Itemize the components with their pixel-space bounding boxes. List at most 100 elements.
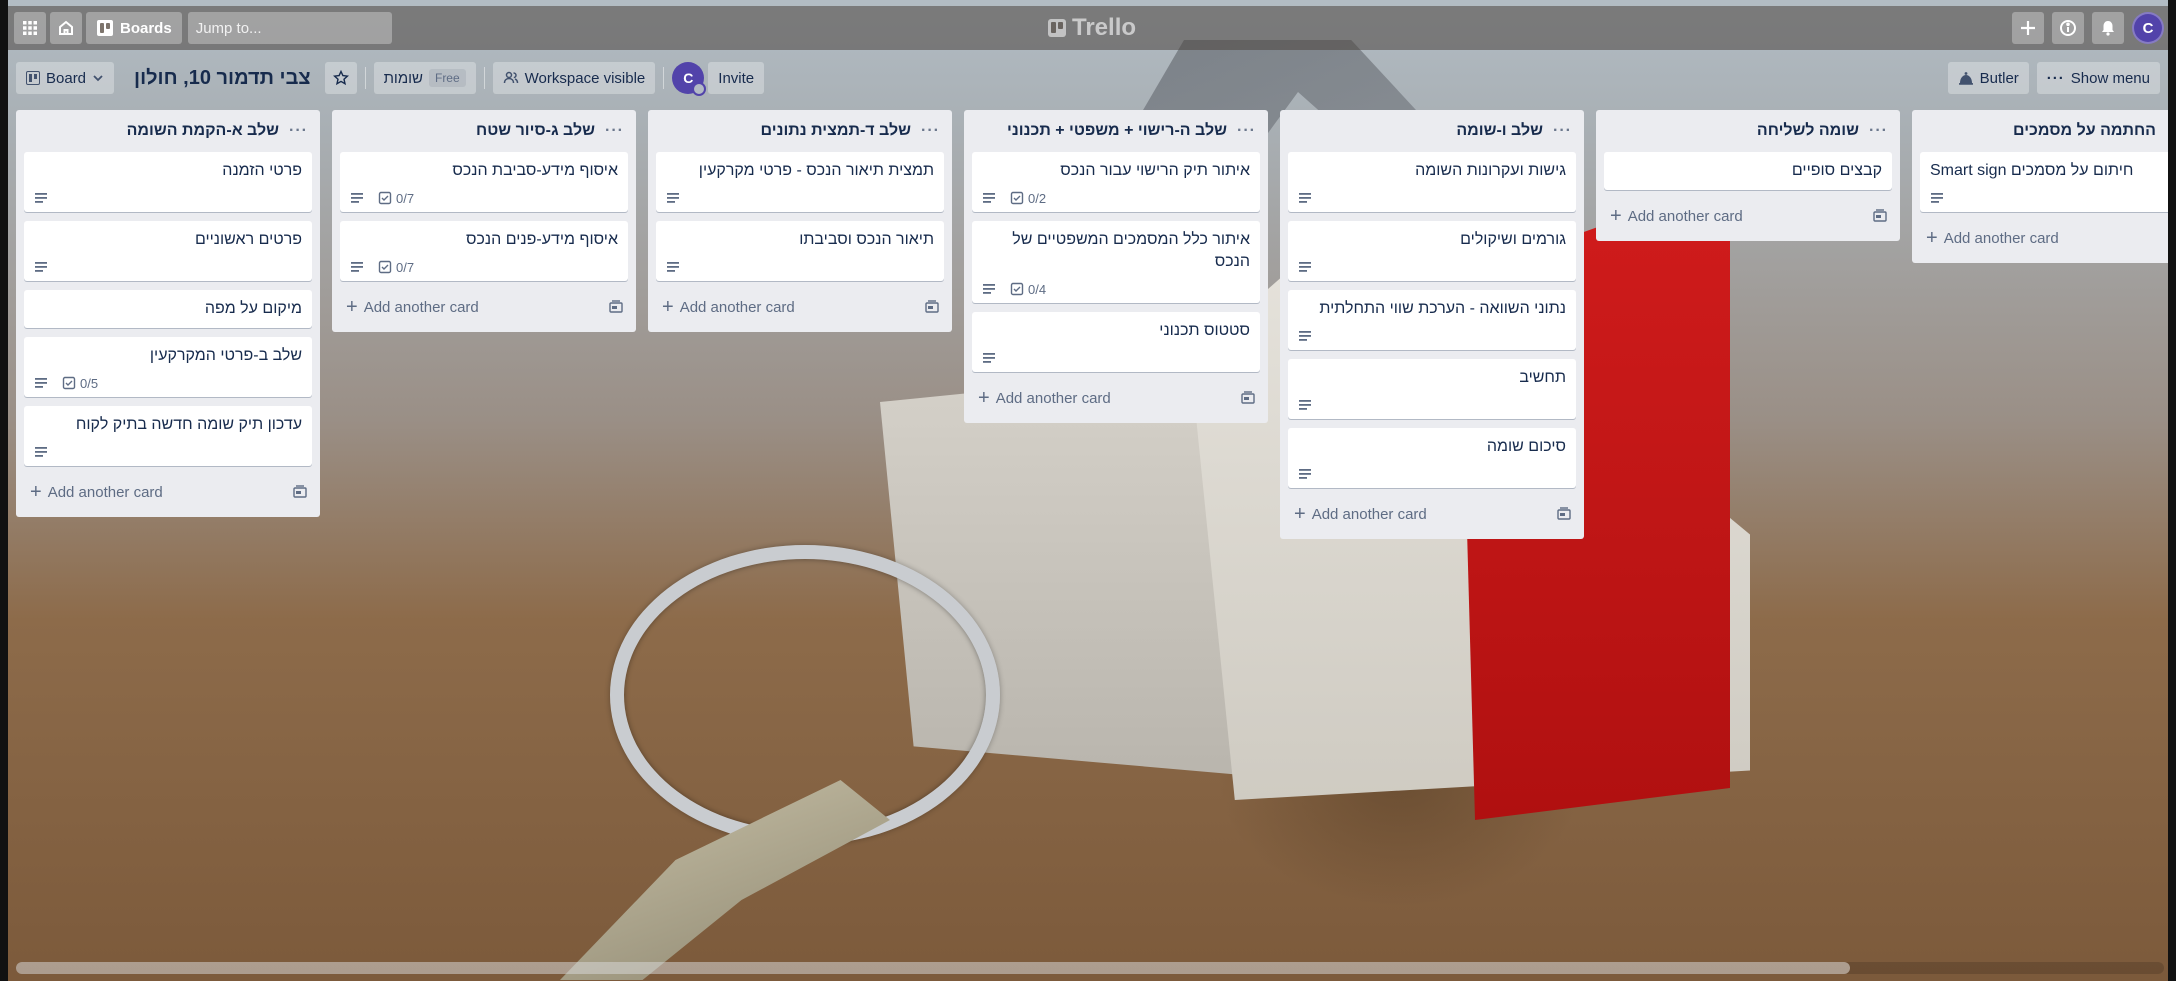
list-header[interactable]: שלב ד-תמצית נתונים ··· [656, 110, 944, 152]
search-box[interactable] [187, 12, 395, 44]
card-title: מיקום על מפה [204, 300, 302, 317]
people-icon [503, 71, 518, 84]
list-header[interactable]: שומה לשליחה ··· [1604, 110, 1892, 152]
list-title[interactable]: שלב ו-שומה [1456, 122, 1543, 140]
checklist-count: 0/5 [80, 375, 99, 391]
description-icon [1930, 191, 1944, 205]
card[interactable]: עדכון תיק שומה חדשה בתיק לקוח [24, 406, 312, 466]
checklist-count: 0/2 [1028, 190, 1047, 206]
description-icon [1298, 191, 1312, 205]
card[interactable]: קבצים סופיים [1604, 152, 1892, 190]
description-icon [982, 282, 996, 296]
trello-logo[interactable]: Trello [1048, 14, 1136, 42]
add-card-button[interactable]: + Add another card [340, 288, 628, 326]
board-scrollbar[interactable] [16, 962, 2164, 974]
card[interactable]: איתור תיק הרישוי עבור הנכס 0/2 [972, 152, 1260, 212]
card-title: תחשיב [1519, 369, 1566, 386]
description-icon [1298, 260, 1312, 274]
card[interactable]: תחשיב [1288, 359, 1576, 419]
card-title: תמצית תיאור הנכס - פרטי מקרקעין [698, 162, 934, 179]
card-title: נתוני השוואה - הערכת שווי התחלתית [1319, 300, 1566, 317]
card[interactable]: תיאור הנכס וסביבתו [656, 221, 944, 281]
description-icon [350, 191, 364, 205]
app-switcher-button[interactable] [14, 12, 46, 44]
boards-label: Boards [120, 19, 172, 37]
list-header[interactable]: שלב ה-רישוי + משפטי + תכנוני ··· [972, 110, 1260, 152]
card[interactable]: פרטי הזמנה [24, 152, 312, 212]
user-avatar[interactable]: C [2132, 12, 2164, 44]
notifications-button[interactable] [2092, 12, 2124, 44]
create-button[interactable] [2012, 12, 2044, 44]
list-menu-icon[interactable]: ··· [921, 122, 940, 140]
card-title: גישות ועקרונות השומה [1415, 162, 1566, 179]
list-menu-icon[interactable]: ··· [1869, 122, 1888, 140]
list-title[interactable]: שומה לשליחה [1757, 122, 1859, 140]
card[interactable]: גישות ועקרונות השומה [1288, 152, 1576, 212]
card[interactable]: איסוף מידע-פנים הנכס 0/7 [340, 221, 628, 281]
add-card-button[interactable]: + Add another card [1604, 197, 1892, 235]
scrollbar-thumb[interactable] [16, 962, 1850, 974]
list-title[interactable]: שלב ה-רישוי + משפטי + תכנוני [1007, 122, 1227, 140]
checklist-count: 0/4 [1028, 281, 1047, 297]
card[interactable]: מיקום על מפה [24, 290, 312, 328]
member-avatar[interactable]: C [672, 62, 707, 96]
information-button[interactable] [2052, 12, 2084, 44]
boards-button[interactable]: Boards [86, 12, 182, 44]
list-menu-icon[interactable]: ··· [1553, 122, 1572, 140]
list-title[interactable]: שלב ד-תמצית נתונים [761, 122, 911, 140]
add-card-button[interactable]: + Add another card [24, 473, 312, 511]
template-icon[interactable] [1240, 390, 1256, 406]
card-badges [34, 444, 302, 460]
list-menu-icon[interactable]: ··· [289, 122, 308, 140]
list-menu-icon[interactable]: ··· [1237, 122, 1256, 140]
info-icon [2060, 20, 2076, 36]
list-title[interactable]: שלב א-הקמת השומה [127, 122, 279, 140]
card[interactable]: סטטוס תכנוני [972, 312, 1260, 372]
list-header[interactable]: החתמה על מסמכים [1920, 110, 2160, 152]
list-title[interactable]: שלב ג-סיור שטח [476, 122, 595, 140]
plus-icon: + [346, 296, 358, 318]
add-card-button[interactable]: + Add another card [656, 288, 944, 326]
list-menu-icon[interactable]: ··· [605, 122, 624, 140]
card[interactable]: חיתום על מסמכים Smart sign [1920, 152, 2168, 212]
board-title[interactable]: צבי תדמור 10, חולון [134, 67, 311, 90]
template-icon[interactable] [924, 299, 940, 315]
separator [483, 67, 485, 89]
top-header: Boards Trello C [8, 6, 2168, 50]
invite-button[interactable]: Invite [708, 62, 765, 94]
search-input[interactable] [195, 19, 395, 37]
trello-logo-icon [1048, 19, 1066, 37]
add-card-button[interactable]: + Add another card [972, 379, 1260, 417]
card[interactable]: סיכום שומה [1288, 428, 1576, 488]
template-icon[interactable] [292, 484, 308, 500]
home-button[interactable] [50, 12, 82, 44]
card[interactable]: פרטים ראשוניים [24, 221, 312, 281]
plus-icon: + [1294, 503, 1306, 525]
list-header[interactable]: שלב ג-סיור שטח ··· [340, 110, 628, 152]
star-board-button[interactable] [324, 62, 357, 94]
card[interactable]: שלב ב-פרטי המקרקעין 0/5 [24, 337, 312, 397]
checkbox-icon [378, 191, 392, 205]
list-header[interactable]: שלב א-הקמת השומה ··· [24, 110, 312, 152]
card[interactable]: נתוני השוואה - הערכת שווי התחלתית [1288, 290, 1576, 350]
card[interactable]: איסוף מידע-סביבת הנכס 0/7 [340, 152, 628, 212]
template-icon[interactable] [1872, 208, 1888, 224]
butler-button[interactable]: Butler [1947, 62, 2029, 94]
card[interactable]: גורמים ושיקולים [1288, 221, 1576, 281]
board-view-switcher[interactable]: Board [16, 62, 115, 94]
template-icon[interactable] [608, 299, 624, 315]
add-card-button[interactable]: + Add another card [1288, 495, 1576, 533]
show-menu-button[interactable]: ··· Show menu [2036, 62, 2160, 94]
visibility-button[interactable]: Workspace visible [492, 62, 656, 94]
workspace-button[interactable]: שומות Free [373, 62, 476, 94]
list-title[interactable]: החתמה על מסמכים [2013, 122, 2156, 140]
card[interactable]: תמצית תיאור הנכס - פרטי מקרקעין [656, 152, 944, 212]
card[interactable]: איתור כלל המסמכים המשפטיים של הנכס 0/4 [972, 221, 1260, 303]
checkbox-icon [1010, 282, 1024, 296]
home-icon [59, 20, 73, 35]
checklist-badge: 0/2 [1010, 191, 1046, 206]
checkbox-icon [62, 376, 76, 390]
add-card-button[interactable]: + Add another card [1920, 219, 2160, 257]
template-icon[interactable] [1556, 506, 1572, 522]
list-header[interactable]: שלב ו-שומה ··· [1288, 110, 1576, 152]
